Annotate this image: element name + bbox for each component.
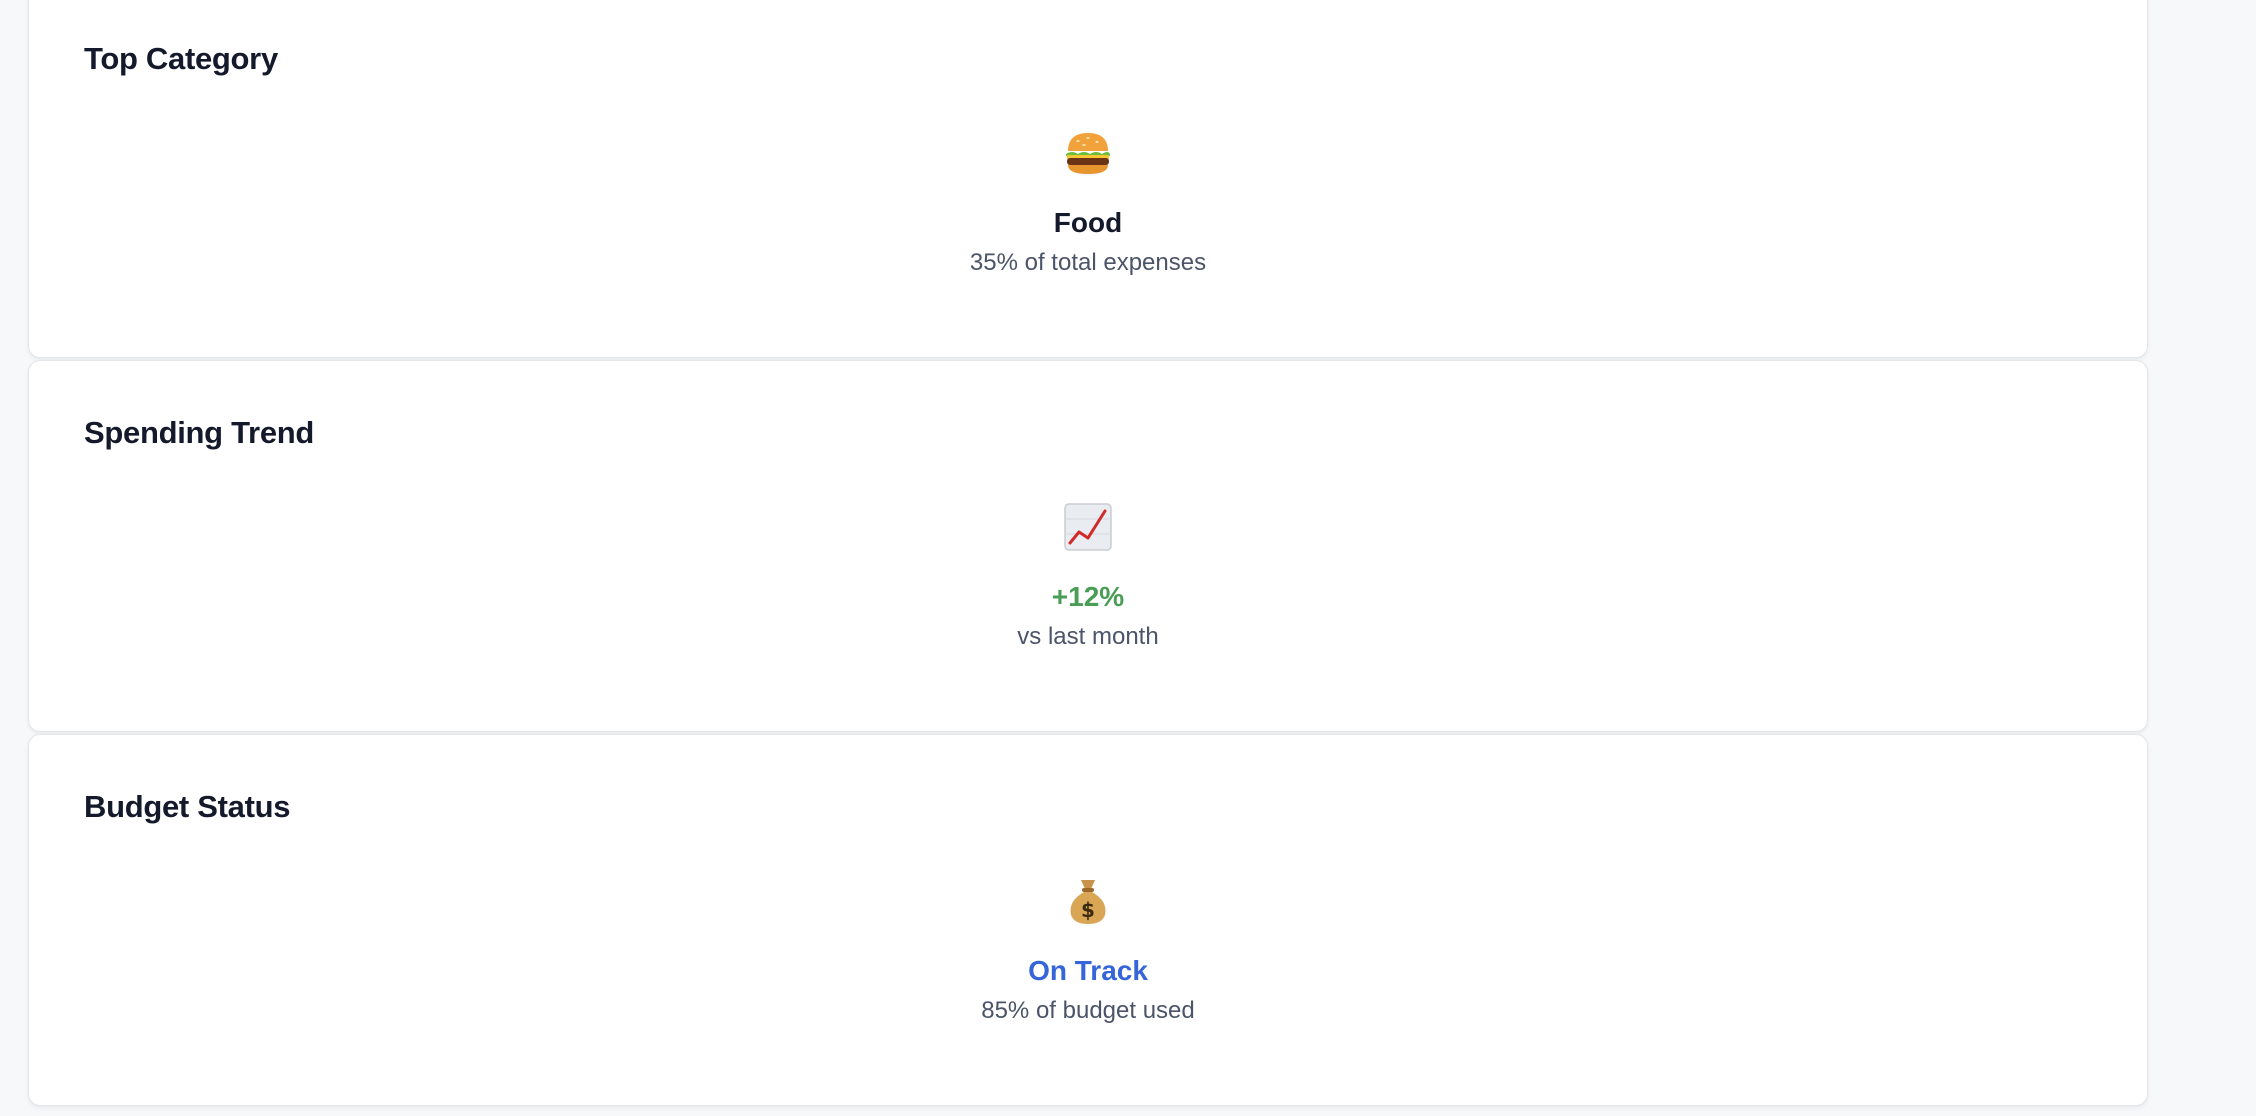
card-subtext: 85% of budget used xyxy=(981,997,1195,1024)
insights-card-list: Top Category Food 35% of total expenses xyxy=(28,0,2148,1108)
money-bag-icon: $ xyxy=(1062,875,1114,927)
card-value: Food xyxy=(1053,207,1123,238)
card-title: Budget Status xyxy=(84,789,291,824)
card-body: Food 35% of total expenses xyxy=(29,127,2147,278)
card-title: Top Category xyxy=(84,41,278,76)
card-subtext: vs last month xyxy=(1017,623,1159,650)
svg-text:$: $ xyxy=(1081,898,1095,922)
card-title: Spending Trend xyxy=(84,415,315,450)
top-category-card: Top Category Food 35% of total expenses xyxy=(28,0,2148,358)
hamburger-icon xyxy=(1062,127,1114,179)
card-body: +12% vs last month xyxy=(29,501,2147,652)
card-subtext: 35% of total expenses xyxy=(969,249,1207,276)
chart-increasing-icon xyxy=(1062,501,1114,553)
budget-status-card: Budget Status $ On Track 85% of budget u… xyxy=(28,734,2148,1106)
trend-value: +12% xyxy=(1051,581,1125,612)
spending-trend-card: Spending Trend +12% vs last month xyxy=(28,360,2148,732)
status-value: On Track xyxy=(1028,955,1148,986)
card-body: $ On Track 85% of budget used xyxy=(29,875,2147,1026)
